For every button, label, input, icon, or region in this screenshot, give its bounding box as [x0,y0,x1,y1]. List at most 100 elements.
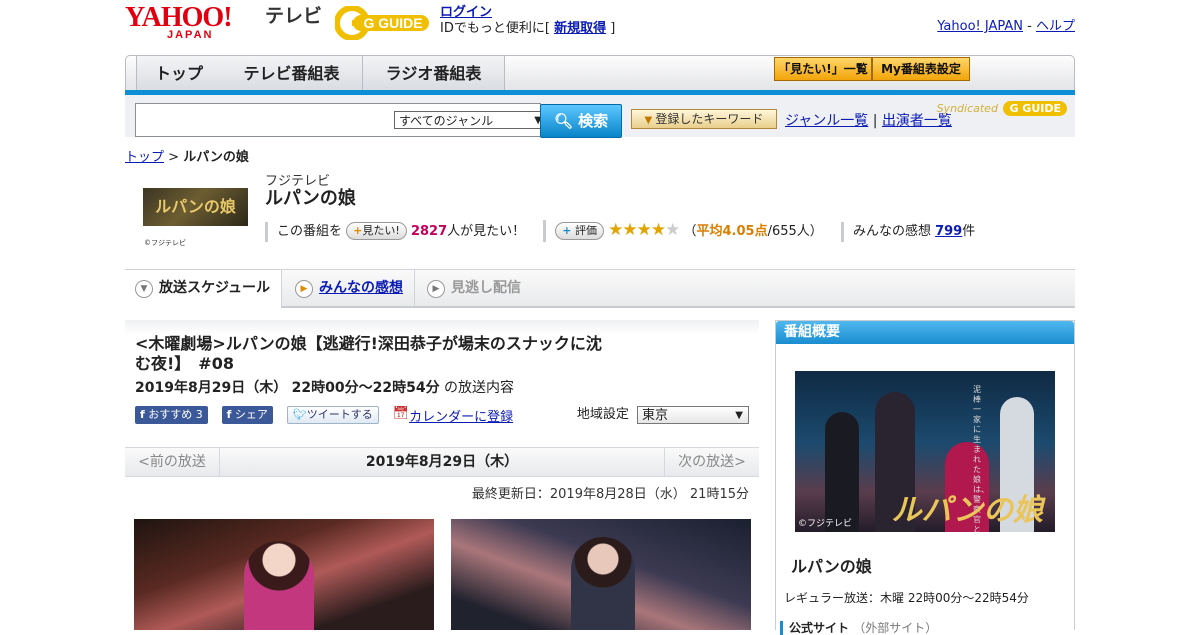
tab-catchup-label: 見逃し配信 [451,280,521,296]
chevron-right-icon: ▶ [295,280,313,298]
syndicated-logo: Syndicated G GUIDE [936,101,1067,116]
impressions-label: みんなの感想 [852,224,931,239]
want-button[interactable]: +見たい! [346,222,407,240]
genre-select[interactable]: すべてのジャンル ▼ [394,111,547,129]
facebook-icon: f [140,408,145,421]
tab-catchup[interactable]: ▶ 見逃し配信 [417,270,537,306]
gguide-text: G GUIDE [363,15,422,31]
site-header: YAHOO! JAPAN テレビ G GUIDE ログイン IDでもっと便利に[… [125,0,1075,50]
episode-date-suffix: の放送内容 [444,380,515,396]
my-schedule-button[interactable]: My番組表設定 [872,57,970,81]
search-icon: 🔍︎ [553,112,573,130]
episode-title: <木曜劇場>ルパンの娘【逃避行!深田恭子が場末のスナックに沈む夜!】 #08 [135,334,602,373]
current-broadcast-date: 2019年8月29日（木） [365,454,519,470]
calendar-link[interactable]: カレンダーに登録 [409,410,513,425]
plus-icon: + [562,224,572,237]
login-link[interactable]: ログイン [440,5,492,20]
program-poster: 泥棒一家に生まれた娘は、警察官と恋に落ちる ルパンの娘 ©フジテレビ [795,371,1055,532]
region-select[interactable]: 東京 ▼ [637,406,749,424]
stars-filled: ★★★★ [608,220,666,240]
fb-recommend-button[interactable]: f おすすめ 3 [135,406,208,424]
fb-share-button[interactable]: f シェア [221,406,273,424]
fb-count: 3 [195,408,203,421]
tab-schedule-label: 放送スケジュール [159,280,271,296]
yahoo-japan-link[interactable]: Yahoo! JAPAN [937,19,1023,34]
tab-impressions-label: みんなの感想 [319,280,403,296]
search-button[interactable]: 🔍︎ 検索 [540,104,622,138]
genre-select-value: すべてのジャンル [399,114,494,128]
episode-photo-2 [451,519,751,630]
nav-tab-radio[interactable]: ラジオ番組表 [363,56,505,91]
impressions-count[interactable]: 799 [935,224,962,239]
cast-list-link[interactable]: 出演者一覧 [882,113,952,129]
links-divider: | [872,113,878,129]
official-note: （外部サイト） [853,621,938,635]
id-text: IDでもっと便利に[ [440,21,550,36]
want-prefix: この番組を [277,224,343,239]
chevron-right-icon: ▶ [427,280,445,298]
genre-list-link[interactable]: ジャンル一覧 [785,113,868,129]
nav-tab-tv[interactable]: テレビ番組表 [221,56,363,91]
signup-link[interactable]: 新規取得 [554,21,606,36]
photo-figure [571,537,635,630]
avg-open: （ [683,224,697,239]
rating-section: + 評価 ★★★★★ （平均4.05点/655人） [543,220,823,242]
episode-panel: <木曜劇場>ルパンの娘【逃避行!深田恭子が場末のスナックに沈む夜!】 #08 2… [125,320,759,445]
official-site-link[interactable]: 公式サイト （外部サイト） [780,621,937,635]
rate-button[interactable]: + 評価 [555,222,604,240]
page: YAHOO! JAPAN テレビ G GUIDE ログイン IDでもっと便利に[… [125,0,1075,635]
episode-time: 22時00分～22時54分 [291,380,440,396]
episode-photo-1 [134,519,434,630]
want-section: この番組を +見たい! 2827人が見たい！ [265,222,525,242]
stars-empty: ★ [665,220,680,240]
thumbnail-credit: ©フジテレビ [144,239,186,247]
region-label: 地域設定 [576,407,629,422]
breadcrumb: トップ > ルパンの娘 [125,146,249,165]
poster-title: ルパンの娘 [891,493,1044,528]
chevron-down-icon: ▼ [135,280,153,298]
id-close: ] [610,21,616,36]
poster-credit: ©フジテレビ [798,519,853,529]
search-button-label: 検索 [578,112,609,130]
search-input[interactable]: すべてのジャンル ▼ [135,103,547,137]
star-rating: ★★★★★ [608,220,680,240]
episode-datetime: 2019年8月29日（木） 22時00分～22時54分 の放送内容 [135,377,514,397]
nav-tab-top[interactable]: トップ [136,56,222,91]
fb-recommend-label: おすすめ [148,408,193,421]
social-buttons: f おすすめ 3 f シェア 🐦︎ツイートする 📅︎カレンダーに登録 [135,406,513,425]
breadcrumb-top[interactable]: トップ [125,150,164,165]
avg-score: 平均4.05点 [696,224,768,239]
tweet-button[interactable]: 🐦︎ツイートする [286,406,379,424]
overview-title: ルパンの娘 [791,557,872,576]
tab-impressions[interactable]: ▶ みんなの感想 [285,270,415,306]
keyword-button[interactable]: ▼ 登録したキーワード [631,109,777,129]
impressions-unit: 件 [962,224,976,239]
program-thumbnail: ルパンの娘 [143,188,248,226]
gguide-logo: G GUIDE [335,6,429,40]
program-overview: 番組概要 泥棒一家に生まれた娘は、警察官と恋に落ちる ルパンの娘 ©フジテレビ … [775,320,1075,635]
rate-button-label: 評価 [575,224,597,237]
station-name: フジテレビ [265,174,331,189]
search-links: ジャンル一覧 | 出演者一覧 [785,110,952,130]
tab-schedule[interactable]: ▼ 放送スケジュール [125,270,282,308]
yahoo-logo[interactable]: YAHOO! JAPAN [125,4,233,41]
next-broadcast-link[interactable]: 次の放送> [664,448,759,476]
want-count: 2827 [410,224,448,239]
last-updated: 最終更新日：2019年8月28日（水） 21時15分 [471,487,749,502]
program-meta: この番組を +見たい! 2827人が見たい！ + 評価 ★★★★★ （平均4.0… [265,220,989,242]
want-list-button[interactable]: 「見たい!」一覧 [774,57,872,81]
region-setting: 地域設定 東京 ▼ [577,406,749,424]
program-tabs: ▼ 放送スケジュール ▶ みんなの感想 ▶ 見逃し配信 [125,269,1075,308]
prev-broadcast-link[interactable]: <前の放送 [125,448,220,476]
help-link[interactable]: ヘルプ [1036,19,1075,34]
official-label: 公式サイト [789,621,850,635]
program-title: ルパンの娘 [265,188,356,209]
syndicated-text: Syndicated [936,102,998,115]
regular-broadcast: レギュラー放送：木曜 22時00分～22時54分 [784,591,1029,605]
want-button-label: 見たい! [362,224,400,237]
facebook-icon: f [226,408,232,421]
service-name: テレビ [265,5,323,27]
search-bar: すべてのジャンル ▼ 🔍︎ 検索 ▼ 登録したキーワード ジャンル一覧 | 出演… [125,95,1075,138]
calendar-icon: 📅︎ [392,406,410,421]
photo-figure [244,541,314,630]
